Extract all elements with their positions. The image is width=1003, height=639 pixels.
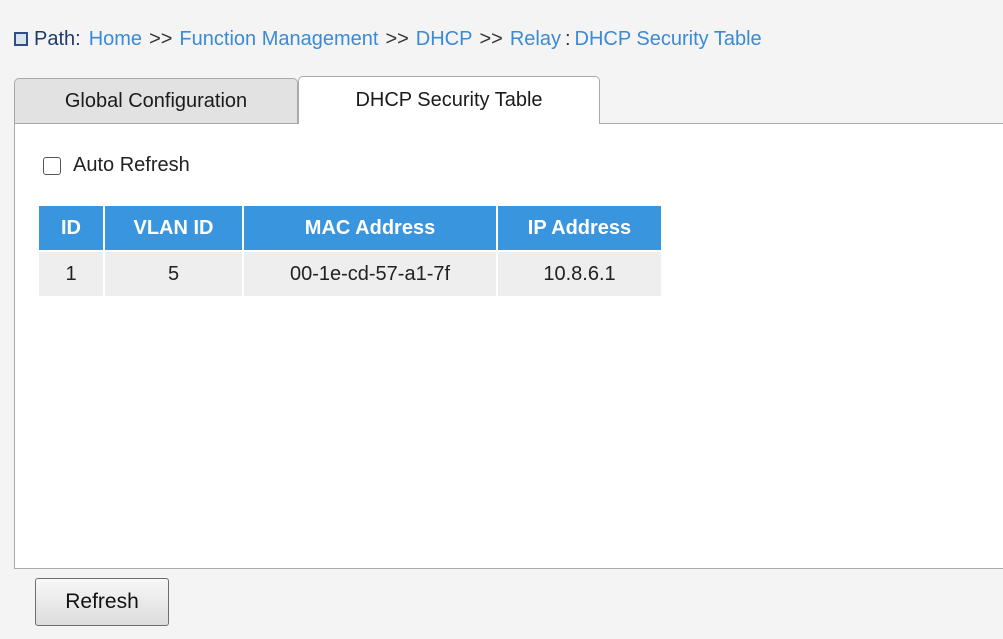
column-header-vlan-id: VLAN ID (105, 206, 242, 250)
table-header-row: ID VLAN ID MAC Address IP Address (39, 206, 661, 250)
auto-refresh-label: Auto Refresh (73, 154, 190, 176)
table-row: 1 5 00-1e-cd-57-a1-7f 10.8.6.1 (39, 252, 661, 296)
breadcrumb-dhcp-security-table[interactable]: DHCP Security Table (575, 28, 762, 51)
column-header-ip-address: IP Address (498, 206, 661, 250)
breadcrumb-separator: >> (479, 27, 503, 50)
page-root: Path: Home >> Function Management >> DHC… (0, 0, 1003, 639)
tab-bar: Global Configuration DHCP Security Table (14, 76, 600, 124)
path-label: Path: (34, 27, 81, 50)
cell-mac-address: 00-1e-cd-57-a1-7f (244, 252, 496, 296)
breadcrumb-colon: : (564, 27, 571, 50)
breadcrumb: Path: Home >> Function Management >> DHC… (14, 24, 762, 54)
auto-refresh-checkbox[interactable] (43, 156, 61, 175)
cell-id: 1 (39, 252, 103, 296)
cell-ip-address: 10.8.6.1 (498, 252, 661, 296)
dhcp-security-table: ID VLAN ID MAC Address IP Address 1 5 00… (37, 204, 663, 298)
breadcrumb-home[interactable]: Home (89, 28, 142, 51)
content-panel: Auto Refresh ID VLAN ID MAC Address IP A… (14, 123, 1003, 569)
breadcrumb-separator: >> (385, 27, 409, 50)
column-header-mac-address: MAC Address (244, 206, 496, 250)
tab-dhcp-security-table[interactable]: DHCP Security Table (298, 76, 600, 124)
path-square-icon (14, 32, 28, 46)
breadcrumb-relay[interactable]: Relay (510, 28, 561, 51)
breadcrumb-function-management[interactable]: Function Management (179, 28, 378, 51)
breadcrumb-dhcp[interactable]: DHCP (416, 28, 473, 51)
column-header-id: ID (39, 206, 103, 250)
auto-refresh-toggle[interactable]: Auto Refresh (43, 154, 190, 177)
tab-global-configuration[interactable]: Global Configuration (14, 78, 298, 124)
breadcrumb-separator: >> (149, 27, 173, 50)
cell-vlan-id: 5 (105, 252, 242, 296)
refresh-button[interactable]: Refresh (35, 578, 169, 626)
